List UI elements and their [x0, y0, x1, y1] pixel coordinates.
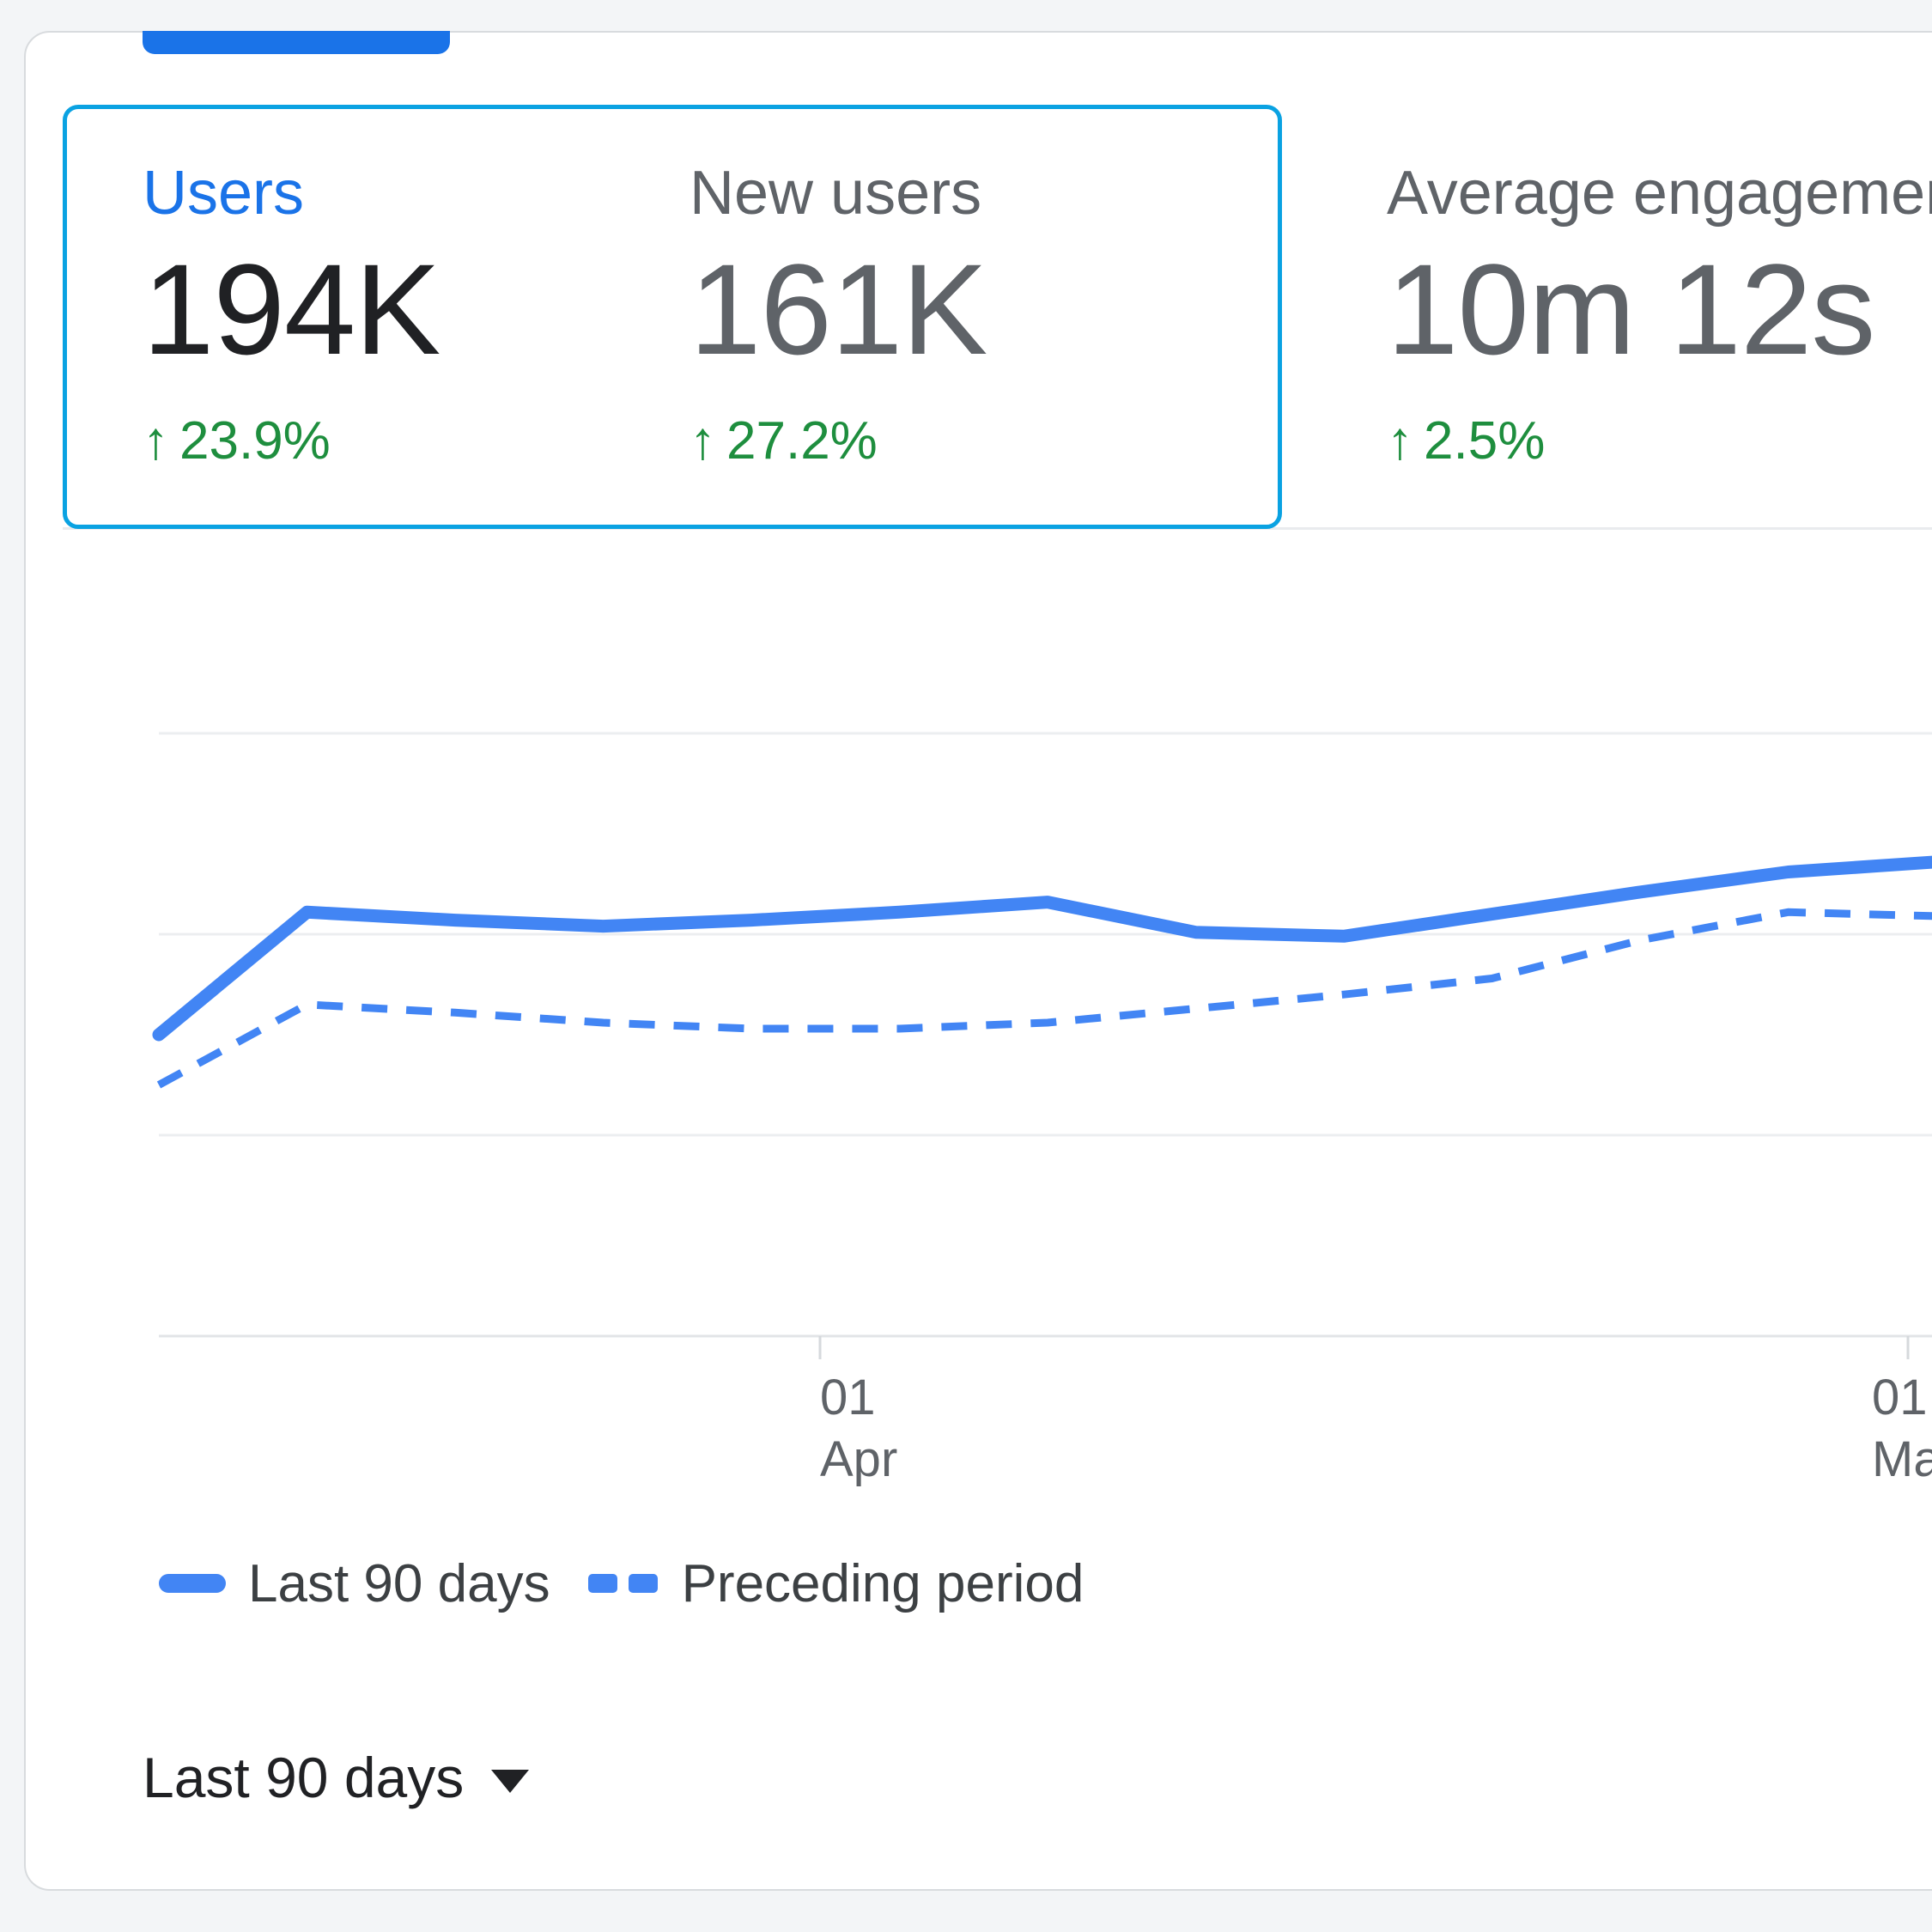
date-range-dropdown[interactable]: Last 90 days	[143, 1741, 529, 1814]
x-axis-label-apr-day: 01	[820, 1367, 897, 1429]
up-arrow-icon: ↑	[143, 411, 169, 471]
x-axis-label-apr-month: Apr	[820, 1429, 897, 1491]
metric-users-label[interactable]: Users	[143, 156, 304, 230]
x-axis-label-may-month: May	[1872, 1429, 1932, 1491]
dropdown-caret-icon	[491, 1770, 529, 1793]
metric-users-value: 194K	[143, 240, 440, 378]
chart-legend: Last 90 days Preceding period	[159, 1556, 1084, 1611]
metric-new-users-delta-value: 27.2%	[726, 411, 878, 471]
metric-users-delta-value: 23.9%	[179, 411, 331, 471]
ga-overview-screenshot: { "colors": { "accent_blue": "#1a73e8", …	[0, 0, 1932, 1932]
metric-new-users-delta: ↑27.2%	[690, 407, 878, 476]
legend-dashed-label: Preceding period	[682, 1553, 1084, 1614]
metric-avg-engagement-time-label[interactable]: Average engagement time	[1387, 156, 1932, 230]
series-preceding-period	[159, 912, 1932, 1084]
date-range-dropdown-label: Last 90 days	[143, 1745, 464, 1810]
metric-avg-engagement-time-delta-value: 2.5%	[1424, 411, 1545, 471]
metric-new-users-value: 161K	[690, 240, 987, 378]
x-axis-label-may-day: 01	[1872, 1367, 1932, 1429]
up-arrow-icon: ↑	[690, 411, 716, 471]
metric-avg-engagement-time-delta: ↑2.5%	[1387, 407, 1545, 476]
x-axis-label-may: 01 May	[1872, 1367, 1932, 1491]
legend-solid-label: Last 90 days	[248, 1553, 550, 1614]
metric-avg-engagement-time-value: 10m 12s	[1387, 240, 1874, 378]
active-tab-indicator[interactable]	[143, 31, 450, 54]
x-axis-label-apr: 01 Apr	[820, 1367, 897, 1491]
legend-dashed-line-swatch	[588, 1574, 658, 1593]
up-arrow-icon: ↑	[1387, 411, 1413, 471]
legend-solid-line-swatch	[159, 1574, 226, 1593]
metric-new-users-label[interactable]: New users	[690, 156, 981, 230]
metric-users-delta: ↑23.9%	[143, 407, 331, 476]
